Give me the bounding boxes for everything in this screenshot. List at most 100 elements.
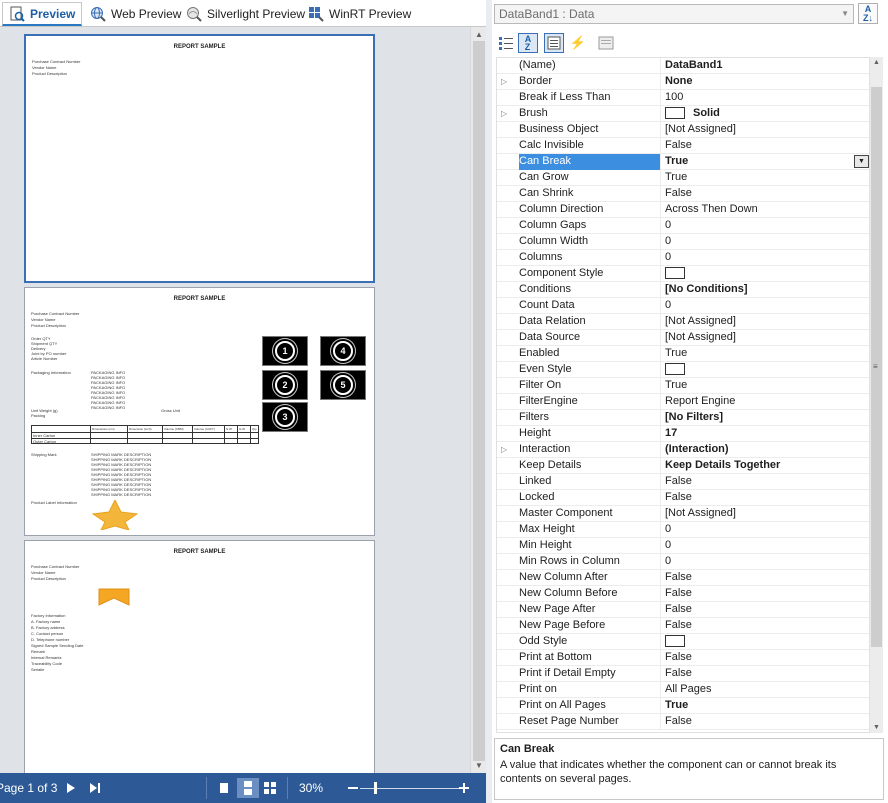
property-row[interactable]: Min Height 0 bbox=[497, 538, 869, 554]
tab-winrt-preview[interactable]: WinRT Preview bbox=[302, 2, 417, 26]
property-row[interactable]: Can Shrink False bbox=[497, 186, 869, 202]
property-row[interactable]: Print on All Pages bbox=[497, 682, 869, 698]
properties-tab-icon[interactable] bbox=[544, 33, 564, 53]
property-row[interactable]: ▷ Brush Solid bbox=[497, 106, 869, 122]
property-grid-scrollbar[interactable]: ▲ ≡ ▼ bbox=[870, 57, 883, 733]
property-value[interactable]: Report Engine bbox=[665, 394, 865, 410]
property-value[interactable]: [Not Assigned] bbox=[665, 330, 865, 346]
chevron-down-icon[interactable]: ▼ bbox=[841, 5, 849, 23]
expand-arrow-icon[interactable]: ▷ bbox=[501, 106, 511, 121]
property-value[interactable]: True bbox=[665, 698, 865, 714]
property-value[interactable] bbox=[665, 362, 865, 378]
property-value[interactable]: False bbox=[665, 490, 865, 506]
property-value[interactable]: Solid bbox=[665, 106, 865, 122]
property-row[interactable]: Filter On True bbox=[497, 378, 869, 394]
sort-az-icon[interactable]: A Z↓ bbox=[858, 3, 878, 24]
property-value[interactable]: 0 bbox=[665, 538, 865, 554]
property-row[interactable]: Height 17 bbox=[497, 426, 869, 442]
property-value[interactable]: True bbox=[665, 170, 865, 186]
property-row[interactable]: Column Gaps 0 bbox=[497, 218, 869, 234]
multi-page-view-icon[interactable] bbox=[261, 779, 279, 797]
property-pages-icon[interactable] bbox=[596, 33, 616, 53]
property-row[interactable]: Can Break True ▼ bbox=[497, 154, 869, 170]
tab-preview[interactable]: Preview bbox=[2, 2, 83, 26]
property-row[interactable]: (Name) DataBand1 bbox=[497, 58, 869, 74]
property-row[interactable]: Reset Page Number False bbox=[497, 714, 869, 730]
property-row[interactable]: ▷ Interaction (Interaction) bbox=[497, 442, 869, 458]
property-value[interactable]: False bbox=[665, 586, 865, 602]
report-preview-area[interactable]: REPORT SAMPLE Purchase Contract Number V… bbox=[0, 27, 486, 773]
property-row[interactable]: Print on All Pages True bbox=[497, 698, 869, 714]
expand-arrow-icon[interactable]: ▷ bbox=[501, 74, 511, 89]
scroll-up-icon[interactable]: ▲ bbox=[475, 30, 483, 39]
property-value[interactable]: 0 bbox=[665, 250, 865, 266]
property-row[interactable]: New Page Before False bbox=[497, 618, 869, 634]
property-value[interactable]: False bbox=[665, 650, 865, 666]
tab-silverlight-preview[interactable]: Silverlight Preview bbox=[180, 2, 311, 26]
tab-web-preview[interactable]: Web Preview bbox=[84, 2, 187, 26]
property-value[interactable]: (Interaction) bbox=[665, 442, 865, 458]
property-row[interactable]: Conditions [No Conditions] bbox=[497, 282, 869, 298]
property-value[interactable]: False bbox=[665, 714, 865, 730]
property-value[interactable]: 0 bbox=[665, 298, 865, 314]
alphabetical-view-icon[interactable]: AZ bbox=[518, 33, 538, 53]
property-row[interactable]: Column Direction Across Then Down bbox=[497, 202, 869, 218]
property-value[interactable]: Across Then Down bbox=[665, 202, 865, 218]
property-value[interactable]: [No Filters] bbox=[665, 410, 865, 426]
property-value[interactable]: All Pages bbox=[665, 682, 865, 698]
property-value[interactable]: True bbox=[665, 378, 865, 394]
continuous-view-icon[interactable] bbox=[237, 778, 259, 798]
property-value[interactable]: False bbox=[665, 474, 865, 490]
scroll-up-icon[interactable]: ▲ bbox=[873, 59, 880, 66]
property-row[interactable]: New Column Before False bbox=[497, 586, 869, 602]
report-page-1[interactable]: REPORT SAMPLE Purchase Contract Number V… bbox=[24, 34, 375, 283]
property-row[interactable]: Data Source [Not Assigned] bbox=[497, 330, 869, 346]
property-row[interactable]: New Page After False bbox=[497, 602, 869, 618]
property-row[interactable]: Count Data 0 bbox=[497, 298, 869, 314]
property-value[interactable]: False bbox=[665, 602, 865, 618]
property-value[interactable] bbox=[665, 266, 865, 282]
property-row[interactable]: Data Relation [Not Assigned] bbox=[497, 314, 869, 330]
single-page-view-icon[interactable] bbox=[215, 779, 233, 797]
scroll-down-icon[interactable]: ▼ bbox=[873, 724, 880, 731]
property-row[interactable]: Break if Less Than 100 bbox=[497, 90, 869, 106]
property-value[interactable]: DataBand1 bbox=[665, 58, 865, 74]
property-value[interactable]: False bbox=[665, 570, 865, 586]
property-row[interactable]: Columns 0 bbox=[497, 250, 869, 266]
property-row[interactable]: Calc Invisible False bbox=[497, 138, 869, 154]
property-value[interactable]: True bbox=[665, 346, 865, 362]
property-row[interactable]: Can Grow True bbox=[497, 170, 869, 186]
property-value[interactable]: False bbox=[665, 138, 865, 154]
scrollbar-thumb[interactable] bbox=[473, 41, 485, 761]
property-row[interactable]: Odd Style bbox=[497, 634, 869, 650]
zoom-in-icon[interactable] bbox=[455, 779, 473, 797]
property-value[interactable]: [Not Assigned] bbox=[665, 506, 865, 522]
report-page-2[interactable]: REPORT SAMPLE Purchase Contract Number V… bbox=[24, 287, 375, 536]
next-page-icon[interactable] bbox=[62, 779, 80, 797]
property-value[interactable]: Keep Details Together bbox=[665, 458, 865, 474]
property-value[interactable]: False bbox=[665, 186, 865, 202]
zoom-slider-thumb[interactable] bbox=[374, 782, 377, 794]
report-page-3[interactable]: REPORT SAMPLE Purchase Contract Number V… bbox=[24, 540, 375, 773]
property-row[interactable]: Keep Details Keep Details Together bbox=[497, 458, 869, 474]
property-value[interactable]: False bbox=[665, 618, 865, 634]
categorized-view-icon[interactable] bbox=[496, 33, 516, 53]
property-value[interactable]: 0 bbox=[665, 522, 865, 538]
property-row[interactable]: Business Object [Not Assigned] bbox=[497, 122, 869, 138]
property-value[interactable]: [Not Assigned] bbox=[665, 314, 865, 330]
property-value[interactable]: 100 bbox=[665, 90, 865, 106]
property-value[interactable]: 0 bbox=[665, 234, 865, 250]
preview-scrollbar[interactable]: ▲ ▼ bbox=[470, 27, 486, 773]
property-value[interactable] bbox=[665, 634, 865, 650]
property-value[interactable]: 0 bbox=[665, 554, 865, 570]
property-row[interactable]: Locked False bbox=[497, 490, 869, 506]
component-selector[interactable]: DataBand1 : Data ▼ bbox=[494, 4, 854, 24]
property-value[interactable]: None bbox=[665, 74, 865, 90]
property-row[interactable]: Even Style bbox=[497, 362, 869, 378]
property-value[interactable]: 0 bbox=[665, 218, 865, 234]
property-row[interactable]: Enabled True bbox=[497, 346, 869, 362]
property-row[interactable]: Min Rows in Column 0 bbox=[497, 554, 869, 570]
property-row[interactable]: Linked False bbox=[497, 474, 869, 490]
property-value[interactable]: 17 bbox=[665, 426, 865, 442]
property-value[interactable]: False bbox=[665, 666, 865, 682]
